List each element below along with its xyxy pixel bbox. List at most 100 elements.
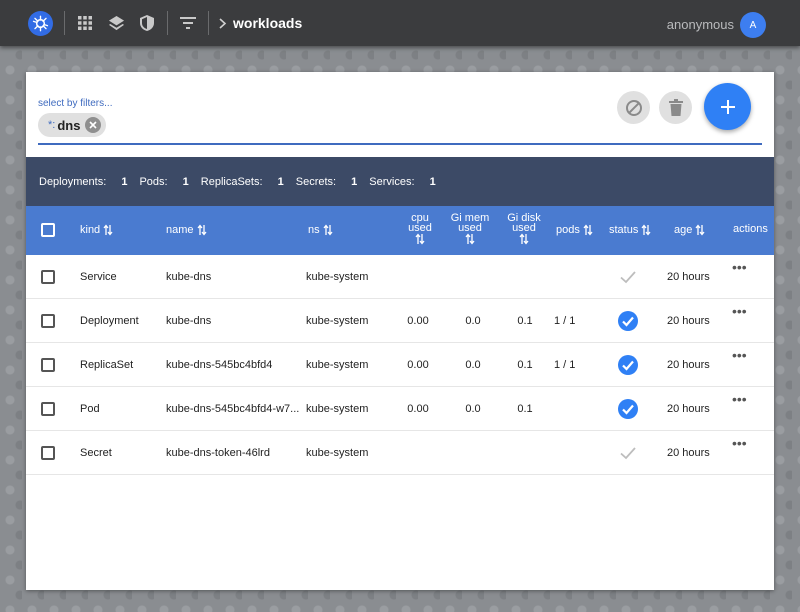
row-checkbox[interactable]	[41, 314, 55, 328]
cell-kind: Deployment	[80, 315, 139, 327]
user-name[interactable]: anonymous	[667, 17, 734, 32]
cell-name[interactable]: kube-dns-545bc4bfd4	[166, 359, 272, 371]
filter-chip[interactable]: *: dns	[38, 113, 106, 137]
column-header-ns[interactable]: ns	[308, 224, 333, 236]
delete-button[interactable]	[659, 91, 692, 124]
cell-kind: Secret	[80, 447, 112, 459]
cell-age: 20 hours	[667, 359, 710, 371]
more-actions-icon[interactable]: •••	[732, 435, 747, 451]
sort-icon	[641, 224, 651, 236]
table-row[interactable]: Pod kube-dns-545bc4bfd4-w7... kube-system 0…	[26, 387, 774, 431]
column-header-name[interactable]: name	[166, 224, 207, 236]
row-checkbox[interactable]	[41, 358, 55, 372]
top-bar: workloads anonymous A	[0, 0, 800, 46]
more-actions-icon[interactable]: •••	[732, 303, 747, 319]
cell-kind: ReplicaSet	[80, 359, 134, 371]
sort-icon	[197, 224, 207, 236]
sort-icon	[695, 224, 705, 236]
clear-filter-button[interactable]	[617, 91, 650, 124]
summary-item[interactable]: Pods: 1	[139, 176, 188, 188]
sort-icon	[103, 224, 113, 236]
summary-item[interactable]: Secrets: 1	[296, 176, 358, 188]
cell-mem: 0.0	[465, 359, 481, 371]
filter-chip-prefix: *:	[48, 119, 56, 131]
trash-icon	[668, 99, 683, 116]
layers-icon[interactable]	[107, 14, 125, 32]
cell-age: 20 hours	[667, 315, 710, 327]
filter-input-underline[interactable]	[38, 143, 762, 145]
cell-mem: 0.0	[465, 403, 481, 415]
column-header-disk[interactable]: Gi disk used	[502, 213, 546, 245]
table-row[interactable]: Service kube-dns kube-system 20 hours •••	[26, 255, 774, 299]
sort-icon	[415, 233, 425, 245]
filter-label: select by filters...	[38, 98, 113, 109]
sort-icon	[583, 224, 593, 236]
row-checkbox[interactable]	[41, 446, 55, 460]
table-row[interactable]: Secret kube-dns-token-46lrd kube-system 20 …	[26, 431, 774, 475]
check-circle-icon	[617, 354, 639, 376]
avatar[interactable]: A	[740, 12, 766, 38]
topbar-divider	[167, 11, 168, 35]
cell-pods: 1 / 1	[554, 359, 576, 371]
column-header-status[interactable]: status	[609, 224, 651, 236]
apps-grid-icon[interactable]	[76, 14, 94, 32]
select-all-checkbox[interactable]	[41, 223, 55, 237]
block-icon	[625, 99, 642, 116]
column-header-cpu[interactable]: cpu used	[400, 213, 440, 245]
column-header-mem[interactable]: Gi mem used	[448, 213, 492, 245]
check-icon	[617, 266, 639, 288]
cell-pods: 1 / 1	[554, 315, 576, 327]
cell-kind: Service	[80, 271, 117, 283]
cell-disk: 0.1	[517, 315, 533, 327]
summary-item[interactable]: Deployments: 1	[39, 176, 127, 188]
check-circle-icon	[617, 310, 639, 332]
column-header-pods[interactable]: pods	[556, 224, 593, 236]
cell-name[interactable]: kube-dns	[166, 315, 211, 327]
filter-chip-value: dns	[57, 117, 81, 133]
check-icon	[617, 442, 639, 464]
cell-age: 20 hours	[667, 447, 710, 459]
column-header-kind[interactable]: kind	[80, 224, 113, 236]
plus-icon	[720, 99, 735, 114]
more-actions-icon[interactable]: •••	[732, 347, 747, 363]
summary-item[interactable]: Services: 1	[369, 176, 435, 188]
breadcrumb[interactable]: workloads	[233, 15, 302, 31]
cell-name[interactable]: kube-dns-545bc4bfd4-w7...	[166, 403, 299, 415]
cell-age: 20 hours	[667, 403, 710, 415]
cell-name[interactable]: kube-dns-token-46lrd	[166, 447, 270, 459]
cell-namespace[interactable]: kube-system	[306, 447, 368, 459]
cell-cpu: 0.00	[407, 315, 429, 327]
column-header-age[interactable]: age	[674, 224, 705, 236]
summary-bar: Deployments: 1 Pods: 1 ReplicaSets: 1 Se…	[26, 157, 774, 206]
row-checkbox[interactable]	[41, 270, 55, 284]
cell-age: 20 hours	[667, 271, 710, 283]
cell-namespace[interactable]: kube-system	[306, 271, 368, 283]
cell-cpu: 0.00	[407, 403, 429, 415]
cell-kind: Pod	[80, 403, 100, 415]
cell-disk: 0.1	[517, 403, 533, 415]
more-actions-icon[interactable]: •••	[732, 391, 747, 407]
cell-namespace[interactable]: kube-system	[306, 359, 368, 371]
sort-icon	[465, 233, 475, 245]
kubernetes-logo[interactable]	[28, 11, 53, 36]
row-checkbox[interactable]	[41, 402, 55, 416]
table-header: kind name ns cpu used Gi mem used Gi dis…	[26, 206, 774, 255]
more-actions-icon[interactable]: •••	[732, 259, 747, 275]
table-row[interactable]: ReplicaSet kube-dns-545bc4bfd4 kube-system…	[26, 343, 774, 387]
sort-icon	[519, 233, 529, 245]
summary-item[interactable]: ReplicaSets: 1	[201, 176, 284, 188]
cell-namespace[interactable]: kube-system	[306, 403, 368, 415]
table-row[interactable]: Deployment kube-dns kube-system 0.00 0.0 0.1 1…	[26, 299, 774, 343]
filter-icon[interactable]	[179, 14, 197, 32]
cell-name[interactable]: kube-dns	[166, 271, 211, 283]
cell-disk: 0.1	[517, 359, 533, 371]
cell-namespace[interactable]: kube-system	[306, 315, 368, 327]
add-button[interactable]	[704, 83, 751, 130]
column-header-actions: actions	[733, 223, 768, 235]
chip-remove-icon[interactable]	[85, 117, 101, 133]
cell-mem: 0.0	[465, 315, 481, 327]
sort-icon	[323, 224, 333, 236]
cell-cpu: 0.00	[407, 359, 429, 371]
shield-icon[interactable]	[138, 14, 156, 32]
chevron-right-icon	[219, 18, 227, 29]
